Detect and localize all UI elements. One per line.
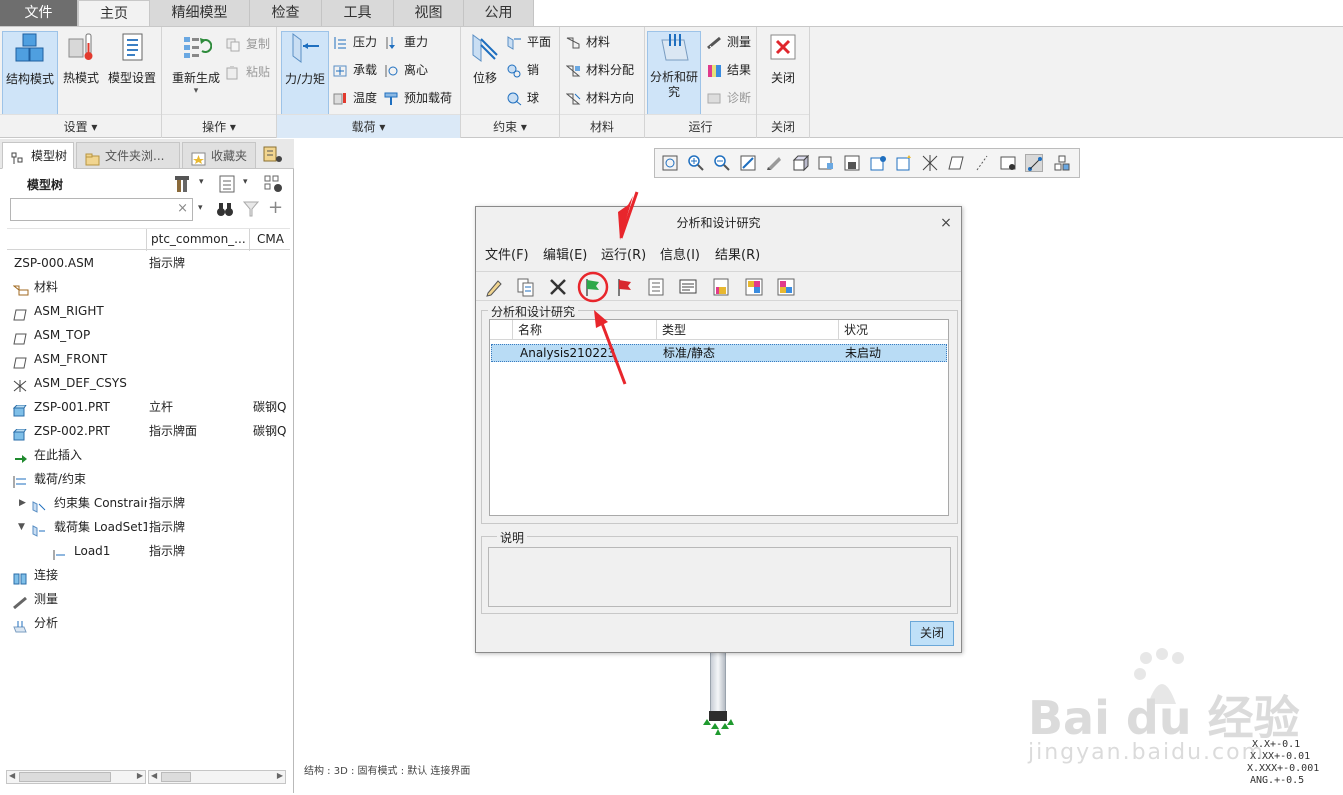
- arrow-to-green-flag: [594, 310, 627, 385]
- green-flag-highlight-circle: [577, 271, 609, 303]
- arrow-to-run-menu: [618, 191, 639, 240]
- red-annotation-overlay: [577, 191, 639, 385]
